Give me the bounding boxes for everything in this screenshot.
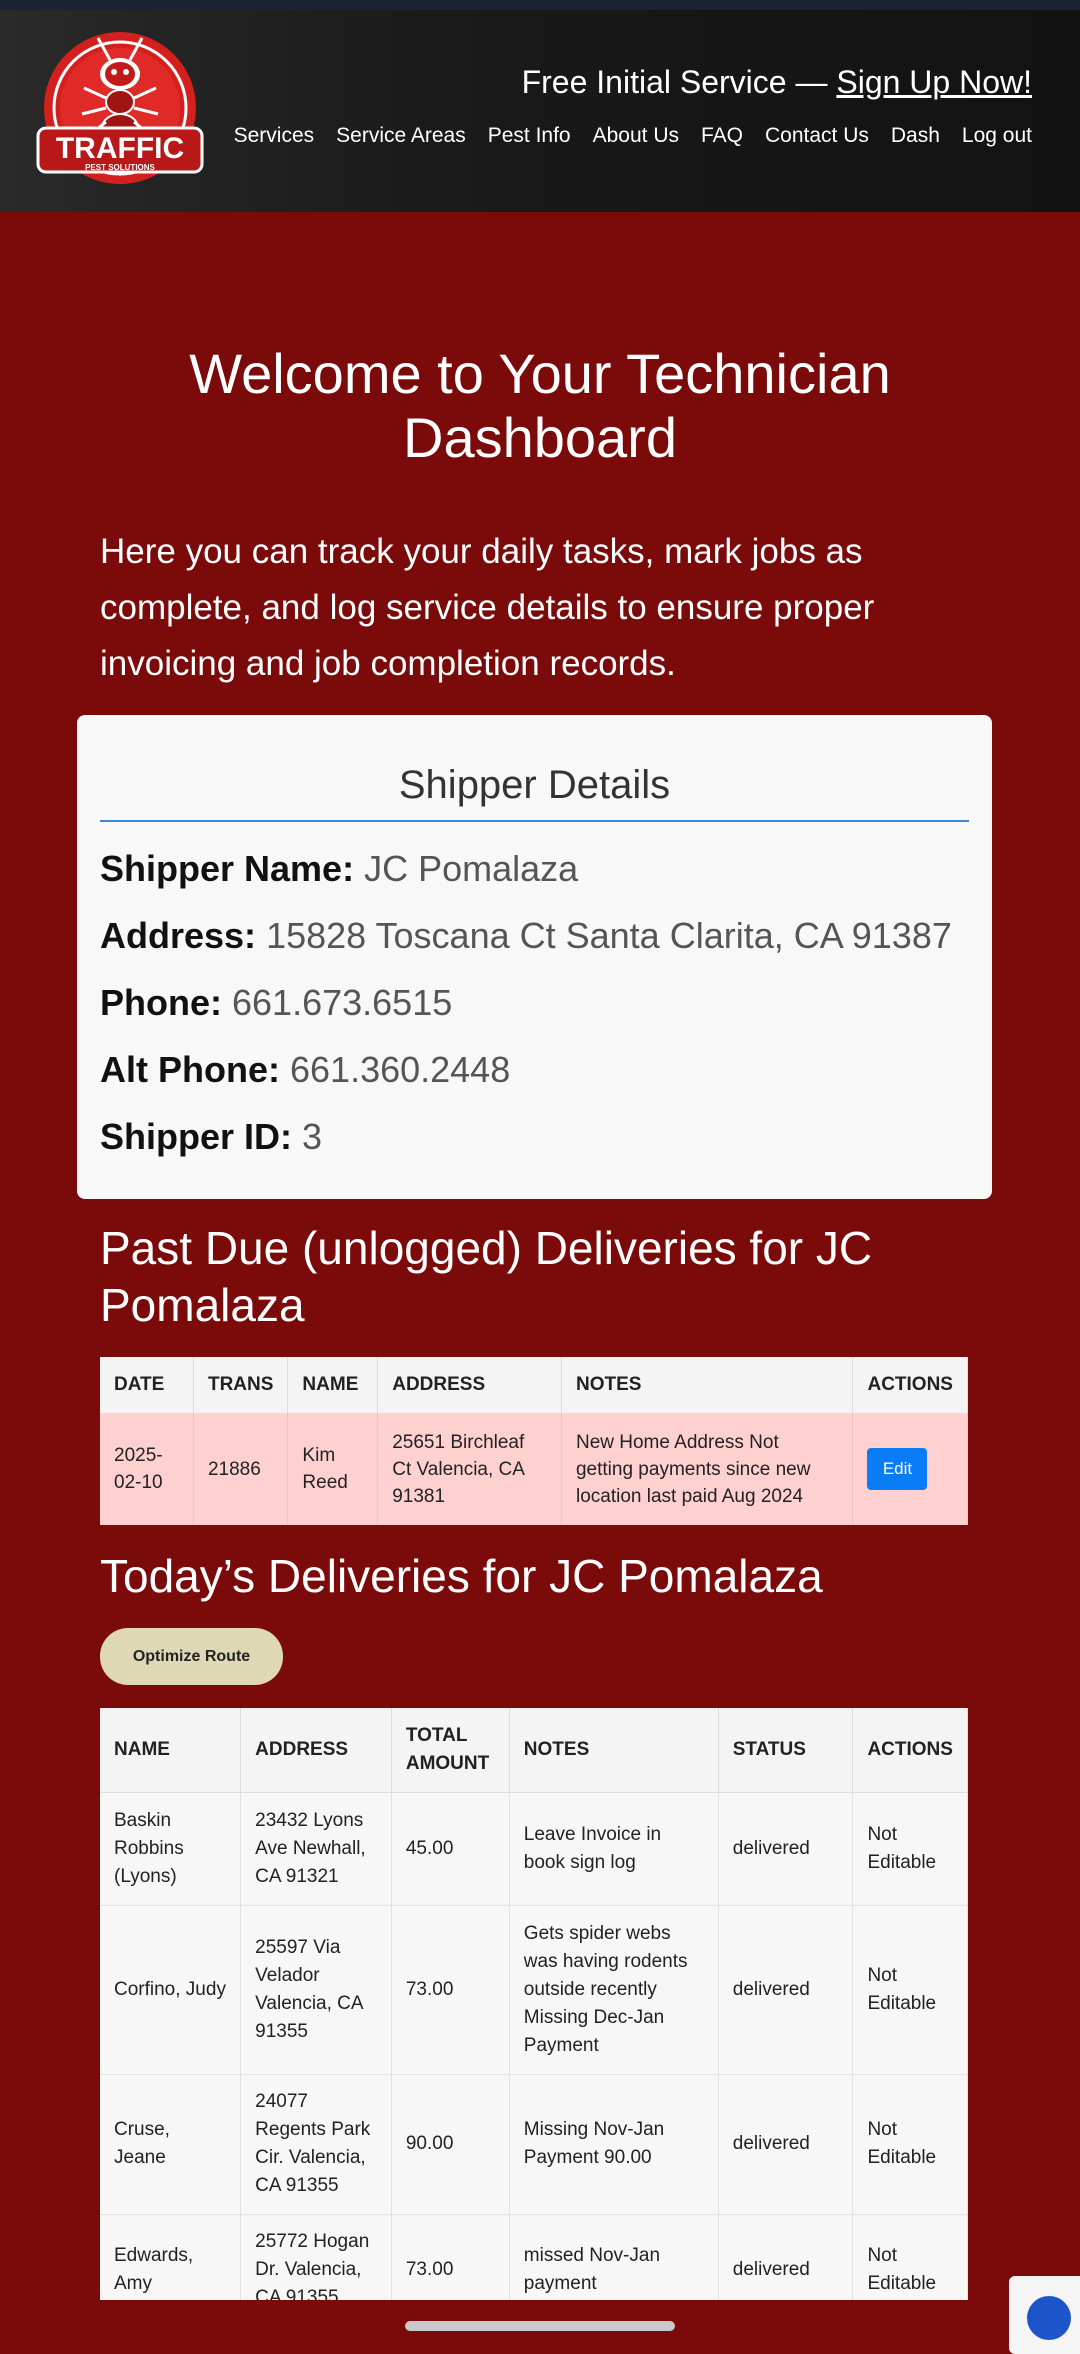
cell-amount: 73.00 bbox=[391, 2214, 510, 2300]
column-header-actions: ACTIONS bbox=[852, 1357, 968, 1413]
past-due-table: DATE TRANS NAME ADDRESS NOTES ACTIONS 20… bbox=[100, 1357, 968, 1525]
cell-notes: Gets spider webs was having rodents outs… bbox=[509, 1905, 719, 2075]
cell-actions: Not Editable bbox=[852, 2214, 968, 2300]
cell-notes: Missing Nov-Jan Payment 90.00 bbox=[509, 2074, 719, 2215]
cell-status: delivered bbox=[718, 2074, 854, 2215]
shipper-id-label: Shipper ID: bbox=[100, 1116, 293, 1157]
nav-about-us[interactable]: About Us bbox=[593, 124, 679, 148]
shipper-phone-row: Phone: 661.673.6515 bbox=[100, 982, 452, 1024]
cell-status: delivered bbox=[718, 1792, 854, 1906]
past-due-title: Past Due (unlogged) Deliveries for JC Po… bbox=[100, 1222, 873, 1331]
shipper-alt-phone-label: Alt Phone: bbox=[100, 1049, 280, 1090]
shipper-name-label: Shipper Name: bbox=[100, 848, 355, 889]
cell-actions: Not Editable bbox=[852, 1905, 968, 2075]
table-row: 2025-02-10 21886 Kim Reed 25651 Birchlea… bbox=[100, 1413, 968, 1525]
cell-actions: Edit bbox=[852, 1413, 968, 1525]
cell-name: Cruse, Jeane bbox=[100, 2074, 242, 2215]
column-header-total-amount: TOTAL AMOUNT bbox=[391, 1708, 510, 1793]
shipper-alt-phone-value: 661.360.2448 bbox=[290, 1049, 511, 1090]
cell-date: 2025-02-10 bbox=[100, 1413, 194, 1525]
nav-faq[interactable]: FAQ bbox=[701, 124, 743, 148]
cell-amount: 73.00 bbox=[391, 1905, 510, 2075]
shipper-address-value: 15828 Toscana Ct Santa Clarita, CA 91387 bbox=[266, 915, 952, 956]
cell-status: delivered bbox=[718, 2214, 854, 2300]
main-nav: Services Service Areas Pest Info About U… bbox=[234, 124, 1032, 148]
recaptcha-icon bbox=[1027, 2296, 1071, 2340]
shipper-details-title: Shipper Details bbox=[398, 763, 671, 807]
column-header-name: NAME bbox=[100, 1708, 242, 1793]
nav-pest-info[interactable]: Pest Info bbox=[488, 124, 571, 148]
table-row: Corfino, Judy 25597 Via Velador Valencia… bbox=[100, 1905, 968, 2075]
page-intro: Here you can track your daily tasks, mar… bbox=[100, 532, 875, 683]
edit-button[interactable]: Edit bbox=[867, 1448, 928, 1490]
cell-name: Baskin Robbins (Lyons) bbox=[100, 1792, 242, 1906]
column-header-trans: TRANS bbox=[193, 1357, 289, 1413]
site-header: TRAFFIC PEST SOLUTIONS Free Initial Serv… bbox=[0, 0, 1080, 212]
column-header-date: DATE bbox=[100, 1357, 194, 1413]
shipper-address-row: Address: 15828 Toscana Ct Santa Clarita,… bbox=[100, 915, 952, 957]
divider bbox=[100, 820, 969, 822]
nav-contact-us[interactable]: Contact Us bbox=[765, 124, 869, 148]
cell-name: Edwards, Amy bbox=[100, 2214, 242, 2300]
shipper-id-row: Shipper ID: 3 bbox=[100, 1116, 322, 1158]
column-header-address: ADDRESS bbox=[377, 1357, 562, 1413]
table-row: Baskin Robbins (Lyons) 23432 Lyons Ave N… bbox=[100, 1792, 968, 1906]
page-title: Welcome to Your Technician Dashboard bbox=[189, 342, 891, 469]
shipper-name-value: JC Pomalaza bbox=[364, 848, 579, 889]
shipper-id-value: 3 bbox=[302, 1116, 323, 1157]
cell-notes: New Home Address Not getting payments si… bbox=[561, 1413, 854, 1525]
cell-name: Kim Reed bbox=[287, 1413, 379, 1525]
cell-address: 23432 Lyons Ave Newhall, CA 91321 bbox=[240, 1792, 392, 1906]
recaptcha-badge[interactable] bbox=[1009, 2276, 1080, 2354]
shipper-details-card: Shipper Details Shipper Name: JC Pomalaz… bbox=[77, 715, 992, 1199]
shipper-name-row: Shipper Name: JC Pomalaza bbox=[100, 848, 578, 890]
cell-notes: missed Nov-Jan payment bbox=[509, 2214, 719, 2300]
promo-text: Free Initial Service — bbox=[521, 64, 837, 100]
cell-name: Corfino, Judy bbox=[100, 1905, 242, 2075]
optimize-route-button[interactable]: Optimize Route bbox=[100, 1628, 283, 1685]
cell-address: 25597 Via Velador Valencia, CA 91355 bbox=[240, 1905, 392, 2075]
column-header-name: NAME bbox=[287, 1357, 379, 1413]
cell-address: 25651 Birchleaf Ct Valencia, CA 91381 bbox=[377, 1413, 562, 1525]
cell-actions: Not Editable bbox=[852, 2074, 968, 2215]
cell-amount: 90.00 bbox=[391, 2074, 510, 2215]
table-header-row: DATE TRANS NAME ADDRESS NOTES ACTIONS bbox=[100, 1357, 968, 1413]
logo-subtext: PEST SOLUTIONS bbox=[85, 163, 155, 172]
logo-text: TRAFFIC bbox=[56, 132, 184, 165]
column-header-notes: NOTES bbox=[561, 1357, 854, 1413]
column-header-status: STATUS bbox=[718, 1708, 854, 1793]
nav-service-areas[interactable]: Service Areas bbox=[336, 124, 466, 148]
sign-up-link[interactable]: Sign Up Now! bbox=[836, 64, 1032, 100]
column-header-notes: NOTES bbox=[509, 1708, 719, 1793]
column-header-actions: ACTIONS bbox=[852, 1708, 968, 1793]
column-header-address: ADDRESS bbox=[240, 1708, 392, 1793]
shipper-alt-phone-row: Alt Phone: 661.360.2448 bbox=[100, 1049, 510, 1091]
traffic-logo[interactable]: TRAFFIC PEST SOLUTIONS bbox=[32, 28, 208, 186]
cell-amount: 45.00 bbox=[391, 1792, 510, 1906]
nav-log-out[interactable]: Log out bbox=[962, 124, 1032, 148]
table-row: Edwards, Amy 25772 Hogan Dr. Valencia, C… bbox=[100, 2214, 968, 2300]
cell-actions: Not Editable bbox=[852, 1792, 968, 1906]
table-row: Cruse, Jeane 24077 Regents Park Cir. Val… bbox=[100, 2074, 968, 2215]
shipper-phone-value: 661.673.6515 bbox=[232, 982, 453, 1023]
cell-status: delivered bbox=[718, 1905, 854, 2075]
table-header-row: NAME ADDRESS TOTAL AMOUNT NOTES STATUS A… bbox=[100, 1708, 968, 1793]
cell-notes: Leave Invoice in book sign log bbox=[509, 1792, 719, 1906]
shipper-phone-label: Phone: bbox=[100, 982, 222, 1023]
todays-deliveries-scroll: NAME ADDRESS TOTAL AMOUNT NOTES STATUS A… bbox=[100, 1708, 968, 2300]
header-top-line bbox=[0, 0, 1080, 10]
todays-deliveries-table: NAME ADDRESS TOTAL AMOUNT NOTES STATUS A… bbox=[100, 1708, 968, 2300]
nav-services[interactable]: Services bbox=[234, 124, 315, 148]
nav-dash[interactable]: Dash bbox=[891, 124, 940, 148]
home-indicator[interactable] bbox=[405, 2321, 675, 2331]
cell-address: 25772 Hogan Dr. Valencia, CA 91355 bbox=[240, 2214, 392, 2300]
todays-deliveries-title: Today’s Deliveries for JC Pomalaza bbox=[100, 1550, 823, 1602]
shipper-address-label: Address: bbox=[100, 915, 257, 956]
cell-trans: 21886 bbox=[193, 1413, 289, 1525]
promo-banner: Free Initial Service — Sign Up Now! bbox=[522, 64, 1032, 101]
cell-address: 24077 Regents Park Cir. Valencia, CA 913… bbox=[240, 2074, 392, 2215]
